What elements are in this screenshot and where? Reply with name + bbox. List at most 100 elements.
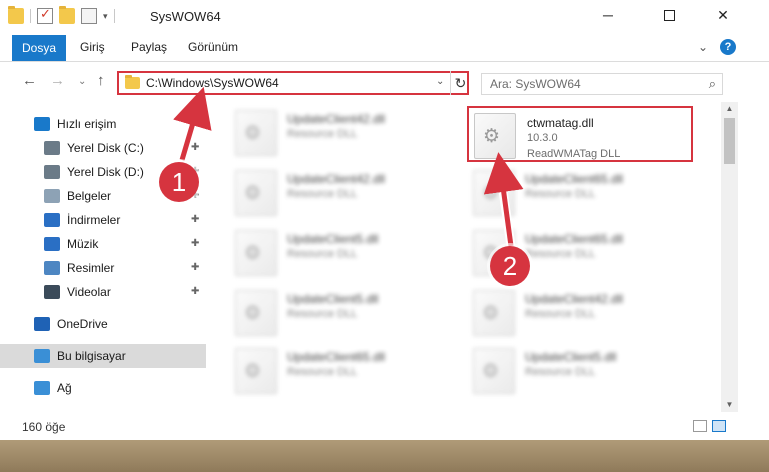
dll-file-icon <box>235 110 277 156</box>
sidebar-item[interactable]: Hızlı erişim <box>0 112 206 136</box>
sidebar-item-label: Müzik <box>67 237 99 251</box>
dll-file-icon <box>474 113 516 159</box>
videos-icon <box>44 285 60 299</box>
file-name: UpdateClient5.dll <box>287 232 379 246</box>
scrollbar-thumb[interactable] <box>724 118 735 164</box>
sidebar-item-label: Yerel Disk (D:) <box>67 165 144 179</box>
address-dropdown-icon[interactable]: ⌄ <box>436 76 444 87</box>
pin-icon[interactable]: ✚ <box>191 214 199 225</box>
file-name: ctwmatag.dll <box>527 116 594 130</box>
navigation-bar: ← → ⌄ ↑ C:\Windows\SysWOW64 ⌄ ↻ ⌕ <box>0 62 769 102</box>
file-type: Resource DLL <box>525 188 596 200</box>
toolbar-divider <box>113 9 115 23</box>
close-button[interactable]: ✕ <box>700 0 746 30</box>
pictures-icon <box>44 261 60 275</box>
scroll-up-icon[interactable]: ▲ <box>721 102 738 116</box>
forward-button[interactable]: → <box>50 72 65 89</box>
search-input[interactable] <box>482 74 692 94</box>
step-1-badge: 1 <box>159 162 199 202</box>
sidebar-item-label: Resimler <box>67 261 115 275</box>
new-folder-icon[interactable] <box>59 6 75 24</box>
vertical-scrollbar[interactable]: ▲ ▼ <box>721 102 738 412</box>
sidebar-item[interactable]: İndirmeler ✚ <box>0 208 206 232</box>
folder-icon <box>125 75 140 89</box>
file-name: UpdateClient42.dll <box>525 292 624 306</box>
file-name: UpdateClient5.dll <box>525 350 617 364</box>
ribbon-expand-icon[interactable]: ⌄ <box>698 40 708 54</box>
sidebar-item[interactable]: Müzik ✚ <box>0 232 206 256</box>
file-name: UpdateClient5.dll <box>287 292 379 306</box>
file-tile[interactable]: UpdateClient5.dll Resource DLL <box>229 224 455 280</box>
properties-icon[interactable] <box>81 8 97 24</box>
details-view-icon[interactable] <box>693 420 707 432</box>
status-bar: 160 öğe <box>0 412 769 440</box>
customize-toolbar-icon[interactable]: ▾ <box>103 11 108 22</box>
file-tile[interactable]: UpdateClient5.dll Resource DLL <box>467 342 693 398</box>
sidebar-item-label: Hızlı erişim <box>57 117 117 131</box>
large-icons-view-icon[interactable] <box>712 420 726 432</box>
search-icon[interactable]: ⌕ <box>709 76 716 92</box>
file-type: Resource DLL <box>287 188 358 200</box>
network-icon <box>34 381 50 395</box>
dll-file-icon <box>473 290 515 336</box>
sidebar-item-label: Bu bilgisayar <box>57 349 126 363</box>
sidebar-item[interactable]: Ağ <box>0 376 206 400</box>
sidebar-item[interactable]: OneDrive <box>0 312 206 336</box>
tab-file[interactable]: Dosya <box>12 35 66 61</box>
address-bar[interactable]: C:\Windows\SysWOW64 ⌄ ↻ <box>117 71 469 95</box>
toolbar-divider <box>30 9 31 23</box>
pin-icon[interactable]: ✚ <box>191 286 199 297</box>
minimize-button[interactable]: ─ <box>585 0 631 30</box>
sidebar-item[interactable]: Resimler ✚ <box>0 256 206 280</box>
scroll-down-icon[interactable]: ▼ <box>721 398 738 412</box>
drive-icon <box>44 141 60 155</box>
dll-file-icon <box>235 348 277 394</box>
onedrive-icon <box>34 317 50 331</box>
search-box[interactable]: ⌕ <box>481 73 723 95</box>
quick-access-toolbar: ▾ <box>8 6 115 24</box>
file-type: Resource DLL <box>287 366 358 378</box>
tab-view[interactable]: Görünüm <box>178 32 248 62</box>
pin-icon[interactable]: ✚ <box>191 238 199 249</box>
file-name: UpdateClient42.dll <box>287 112 386 126</box>
computer-icon <box>34 349 50 363</box>
dll-file-icon <box>235 230 277 276</box>
file-tile[interactable]: UpdateClient42.dll Resource DLL <box>467 284 693 340</box>
window-title: SysWOW64 <box>150 9 221 24</box>
file-tile[interactable]: UpdateClient5.dll Resource DLL <box>229 284 455 340</box>
sidebar-item[interactable]: Videolar ✚ <box>0 280 206 304</box>
navigation-pane: Hızlı erişim Yerel Disk (C:) ✚ Yerel Disk (… <box>0 102 210 412</box>
maximize-button[interactable] <box>646 0 692 30</box>
sidebar-item[interactable]: Yerel Disk (C:) ✚ <box>0 136 206 160</box>
sidebar-item[interactable]: Bu bilgisayar <box>0 344 206 368</box>
dll-file-icon <box>235 290 277 336</box>
tab-share[interactable]: Paylaş <box>121 32 177 62</box>
file-type: Resource DLL <box>287 128 358 140</box>
pin-icon[interactable]: ✚ <box>191 262 199 273</box>
recent-locations-icon[interactable]: ⌄ <box>78 76 86 87</box>
file-type: Resource DLL <box>525 308 596 320</box>
sidebar-item-label: Videolar <box>67 285 111 299</box>
file-tile-ctwmatag[interactable]: ctwmatag.dll 10.3.0 ReadWMATag DLL <box>467 106 693 162</box>
item-count: 160 öğe <box>22 420 66 434</box>
address-path[interactable]: C:\Windows\SysWOW64 <box>146 76 279 90</box>
drive-icon <box>44 165 60 179</box>
pin-icon[interactable]: ✚ <box>191 142 199 153</box>
file-name: UpdateClient65.dll <box>287 350 386 364</box>
explorer-window: ▾ SysWOW64 ─ ✕ Dosya Giriş Paylaş Görünü… <box>0 0 769 440</box>
file-name: UpdateClient42.dll <box>287 172 386 186</box>
up-button[interactable]: ↑ <box>97 72 105 89</box>
file-tile[interactable]: UpdateClient65.dll Resource DLL <box>467 164 693 220</box>
properties-check-icon[interactable] <box>37 6 53 24</box>
back-button[interactable]: ← <box>22 72 37 89</box>
download-icon <box>44 213 60 227</box>
sidebar-item-label: İndirmeler <box>67 213 121 227</box>
refresh-button[interactable]: ↻ <box>450 71 470 95</box>
help-icon[interactable]: ? <box>720 39 736 55</box>
sidebar-item-label: Yerel Disk (C:) <box>67 141 144 155</box>
dll-file-icon <box>473 348 515 394</box>
file-tile[interactable]: UpdateClient42.dll Resource DLL <box>229 104 455 160</box>
file-tile[interactable]: UpdateClient42.dll Resource DLL <box>229 164 455 220</box>
tab-home[interactable]: Giriş <box>70 32 115 62</box>
file-tile[interactable]: UpdateClient65.dll Resource DLL <box>229 342 455 398</box>
